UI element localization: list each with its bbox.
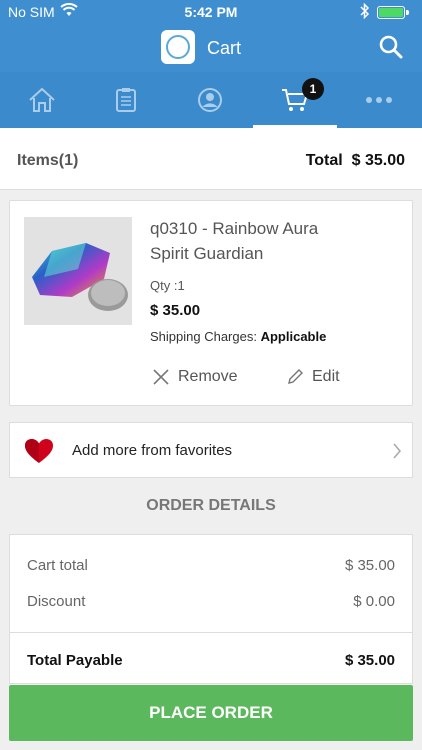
user-icon (198, 88, 222, 112)
cart-total-row: Cart total $ 35.00 (27, 557, 395, 574)
order-details-title: ORDER DETAILS (146, 497, 276, 514)
close-icon (153, 369, 169, 385)
tab-orders[interactable] (84, 72, 168, 128)
cart-summary: Items(1) Total $ 35.00 (0, 128, 422, 190)
cart-total: Total $ 35.00 (305, 152, 405, 169)
cart-count-badge: 1 (302, 78, 324, 100)
battery-icon (377, 6, 405, 19)
product-price: $ 35.00 (150, 302, 201, 319)
divider (10, 632, 412, 633)
product-image[interactable] (24, 217, 132, 325)
product-quantity: Qty :1 (150, 278, 185, 293)
status-time: 5:42 PM (184, 4, 238, 20)
battery-tip (406, 10, 409, 15)
status-bar: No SIM 5:42 PM (0, 0, 422, 24)
store-logo-icon (161, 30, 195, 64)
chevron-right-icon (392, 442, 402, 465)
tab-home[interactable] (0, 72, 84, 128)
order-details-card: Cart total $ 35.00 Discount $ 0.00 Total… (9, 534, 413, 684)
more-icon (366, 97, 392, 103)
tab-bar (0, 72, 422, 128)
tab-cart[interactable] (253, 72, 337, 128)
total-payable-row: Total Payable $ 35.00 (27, 652, 395, 669)
place-order-button[interactable]: PLACE ORDER (9, 685, 413, 741)
shipping-charges: Shipping Charges: Applicable (150, 329, 327, 344)
heart-icon (24, 438, 54, 469)
favorites-label: Add more from favorites (72, 442, 233, 459)
discount-row: Discount $ 0.00 (27, 593, 395, 610)
bluetooth-icon (360, 2, 370, 22)
page-title: Cart (207, 38, 242, 58)
product-name[interactable]: q0310 - Rainbow Aura Spirit Guardian (150, 216, 350, 266)
tab-more[interactable] (337, 72, 421, 128)
cart-item-card: q0310 - Rainbow Aura Spirit Guardian Qty… (9, 200, 413, 406)
remove-button[interactable]: Remove (152, 366, 238, 388)
app-header: Cart (0, 26, 422, 70)
search-icon[interactable] (378, 34, 404, 60)
pencil-icon (288, 369, 303, 384)
add-from-favorites[interactable]: Add more from favorites (9, 422, 413, 478)
clipboard-icon (116, 88, 136, 112)
top-bar: No SIM 5:42 PM Cart 1 (0, 0, 422, 128)
edit-button[interactable]: Edit (286, 366, 340, 388)
tab-account[interactable] (168, 72, 252, 128)
home-icon (29, 87, 55, 112)
items-count: Items(1) (17, 152, 79, 169)
